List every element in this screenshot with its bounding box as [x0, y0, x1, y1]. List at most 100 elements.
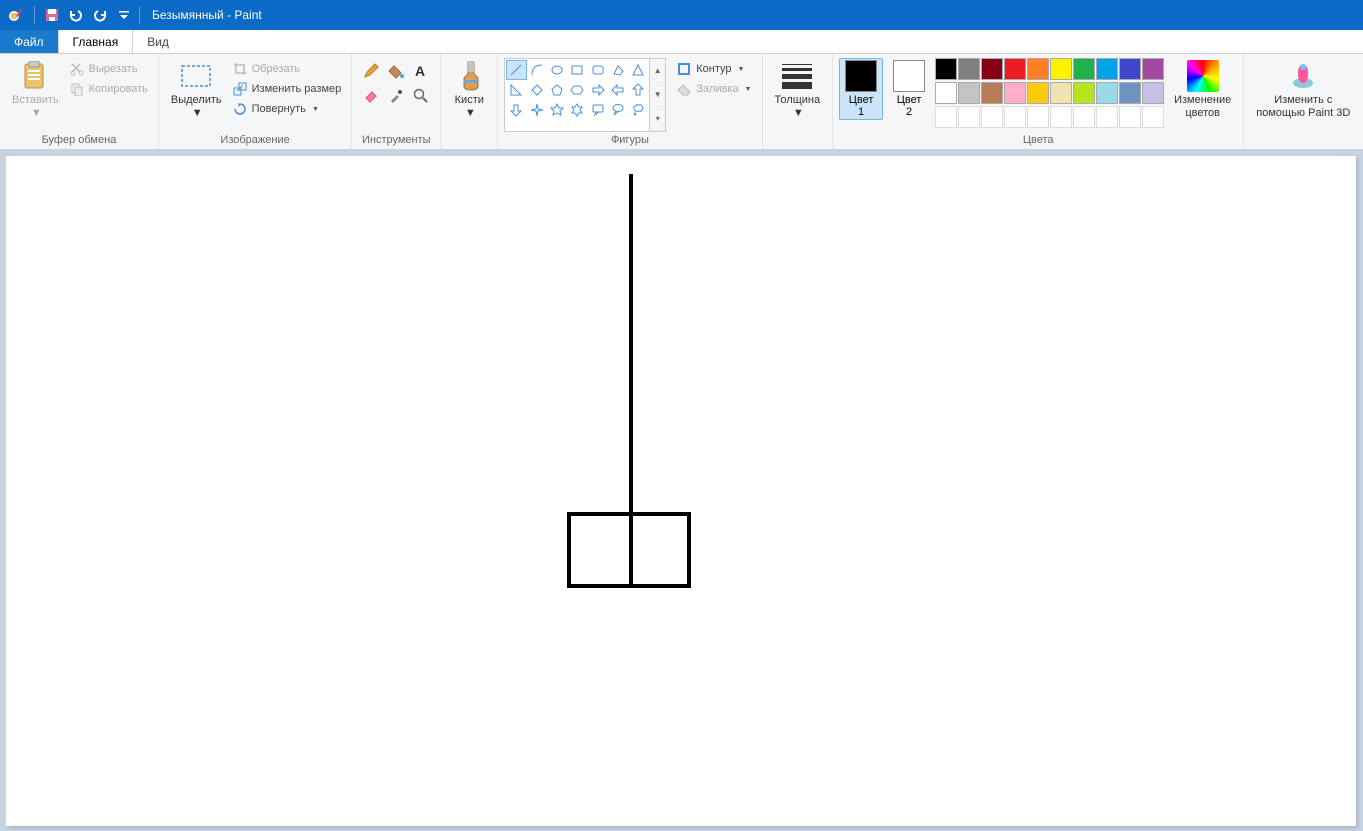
- save-button[interactable]: [41, 4, 63, 26]
- crop-icon: [232, 61, 248, 77]
- select-icon: [180, 60, 212, 92]
- paint3d-button[interactable]: Изменить с помощью Paint 3D: [1250, 58, 1356, 132]
- shape-callout-rect[interactable]: [587, 100, 607, 120]
- group-label-colors: Цвета: [839, 132, 1237, 149]
- color-swatch[interactable]: [1027, 82, 1049, 104]
- shapes-expand[interactable]: ▾: [650, 107, 665, 131]
- color-swatch[interactable]: [1142, 82, 1164, 104]
- shapes-scroll-up[interactable]: ▲: [650, 59, 665, 83]
- resize-label: Изменить размер: [252, 83, 342, 95]
- resize-button[interactable]: Изменить размер: [228, 80, 346, 98]
- group-label-image: Изображение: [165, 132, 345, 149]
- cut-button[interactable]: Вырезать: [65, 60, 152, 78]
- color-swatch[interactable]: [958, 106, 980, 128]
- paste-button[interactable]: Вставить ▼: [6, 58, 65, 132]
- color-swatch[interactable]: [1096, 106, 1118, 128]
- shapes-scroll-down[interactable]: ▼: [650, 83, 665, 107]
- tool-picker[interactable]: [385, 85, 407, 107]
- tool-eraser[interactable]: [360, 85, 382, 107]
- shape-callout-oval[interactable]: [608, 100, 628, 120]
- shape-rect[interactable]: [567, 60, 587, 80]
- tool-fill[interactable]: [385, 60, 407, 82]
- color-swatch[interactable]: [1027, 58, 1049, 80]
- shape-arrow-up[interactable]: [628, 80, 648, 100]
- shape-hexagon[interactable]: [567, 80, 587, 100]
- color-swatch[interactable]: [1119, 106, 1141, 128]
- canvas[interactable]: [6, 156, 1356, 826]
- select-button[interactable]: Выделить ▼: [165, 58, 228, 132]
- color-swatch[interactable]: [1073, 106, 1095, 128]
- shapes-gallery[interactable]: [504, 58, 650, 132]
- tab-file[interactable]: Файл: [0, 30, 58, 53]
- shape-star4[interactable]: [527, 100, 547, 120]
- group-label-tools: Инструменты: [358, 132, 434, 149]
- edit-colors-button[interactable]: Изменение цветов: [1168, 58, 1237, 122]
- shape-line[interactable]: [506, 60, 526, 80]
- redo-button[interactable]: [89, 4, 111, 26]
- copy-label: Копировать: [89, 83, 148, 95]
- color-swatch[interactable]: [1050, 106, 1072, 128]
- chevron-down-icon: ▼: [738, 66, 745, 73]
- color-swatch[interactable]: [1027, 106, 1049, 128]
- color-swatch[interactable]: [1004, 106, 1026, 128]
- select-label: Выделить: [171, 94, 222, 107]
- tool-pencil[interactable]: [360, 60, 382, 82]
- color-swatch[interactable]: [981, 58, 1003, 80]
- fill-label: Заливка: [696, 83, 738, 95]
- shape-rtriangle[interactable]: [506, 80, 526, 100]
- shape-polygon[interactable]: [608, 60, 628, 80]
- color-swatch[interactable]: [958, 58, 980, 80]
- tab-view[interactable]: Вид: [133, 30, 183, 53]
- color-swatch[interactable]: [1142, 58, 1164, 80]
- rotate-label: Повернуть: [252, 103, 306, 115]
- shape-arrow-right[interactable]: [587, 80, 607, 100]
- color-swatch[interactable]: [1004, 58, 1026, 80]
- shape-callout-cloud[interactable]: [628, 100, 648, 120]
- color1-button[interactable]: Цвет 1: [839, 58, 883, 120]
- outline-button[interactable]: Контур ▼: [672, 60, 755, 78]
- color-swatch[interactable]: [1073, 82, 1095, 104]
- qat-customize[interactable]: [113, 4, 135, 26]
- tool-text[interactable]: A: [410, 60, 432, 82]
- color2-button[interactable]: Цвет 2: [887, 58, 931, 120]
- color-swatch[interactable]: [1050, 82, 1072, 104]
- color-swatch[interactable]: [1050, 58, 1072, 80]
- shape-oval[interactable]: [547, 60, 567, 80]
- color-swatch[interactable]: [1096, 82, 1118, 104]
- color-swatch[interactable]: [981, 106, 1003, 128]
- shape-arrow-left[interactable]: [608, 80, 628, 100]
- color-swatch[interactable]: [1119, 58, 1141, 80]
- color-swatch[interactable]: [1142, 106, 1164, 128]
- tool-magnifier[interactable]: [410, 85, 432, 107]
- undo-button[interactable]: [65, 4, 87, 26]
- color-swatch[interactable]: [1073, 58, 1095, 80]
- color-swatch[interactable]: [981, 82, 1003, 104]
- shape-star6[interactable]: [567, 100, 587, 120]
- group-colors: Цвет 1 Цвет 2 Изменение цветов Цвета: [833, 54, 1244, 149]
- color-swatch[interactable]: [935, 106, 957, 128]
- color-swatch[interactable]: [935, 58, 957, 80]
- shape-arrow-down[interactable]: [506, 100, 526, 120]
- thickness-button[interactable]: Толщина ▼: [769, 58, 827, 132]
- shape-pentagon[interactable]: [547, 80, 567, 100]
- fill-button[interactable]: Заливка ▼: [672, 80, 755, 98]
- shape-triangle[interactable]: [628, 60, 648, 80]
- shape-diamond[interactable]: [527, 80, 547, 100]
- tab-home[interactable]: Главная: [58, 30, 134, 53]
- color-swatch[interactable]: [1119, 82, 1141, 104]
- color-swatch[interactable]: [1096, 58, 1118, 80]
- shape-roundrect[interactable]: [587, 60, 607, 80]
- color-swatch[interactable]: [935, 82, 957, 104]
- color-swatch[interactable]: [1004, 82, 1026, 104]
- brushes-button[interactable]: Кисти ▼: [447, 58, 491, 132]
- title-bar: Безымянный - Paint: [0, 0, 1363, 30]
- shapes-scroll[interactable]: ▲ ▼ ▾: [650, 58, 666, 132]
- shape-star5[interactable]: [547, 100, 567, 120]
- group-label-p3d-spacer: [1250, 132, 1356, 149]
- copy-button[interactable]: Копировать: [65, 80, 152, 98]
- color-swatch[interactable]: [958, 82, 980, 104]
- shape-curve[interactable]: [527, 60, 547, 80]
- rotate-button[interactable]: Повернуть ▼: [228, 100, 346, 118]
- crop-button[interactable]: Обрезать: [228, 60, 346, 78]
- paint3d-icon: [1287, 60, 1319, 92]
